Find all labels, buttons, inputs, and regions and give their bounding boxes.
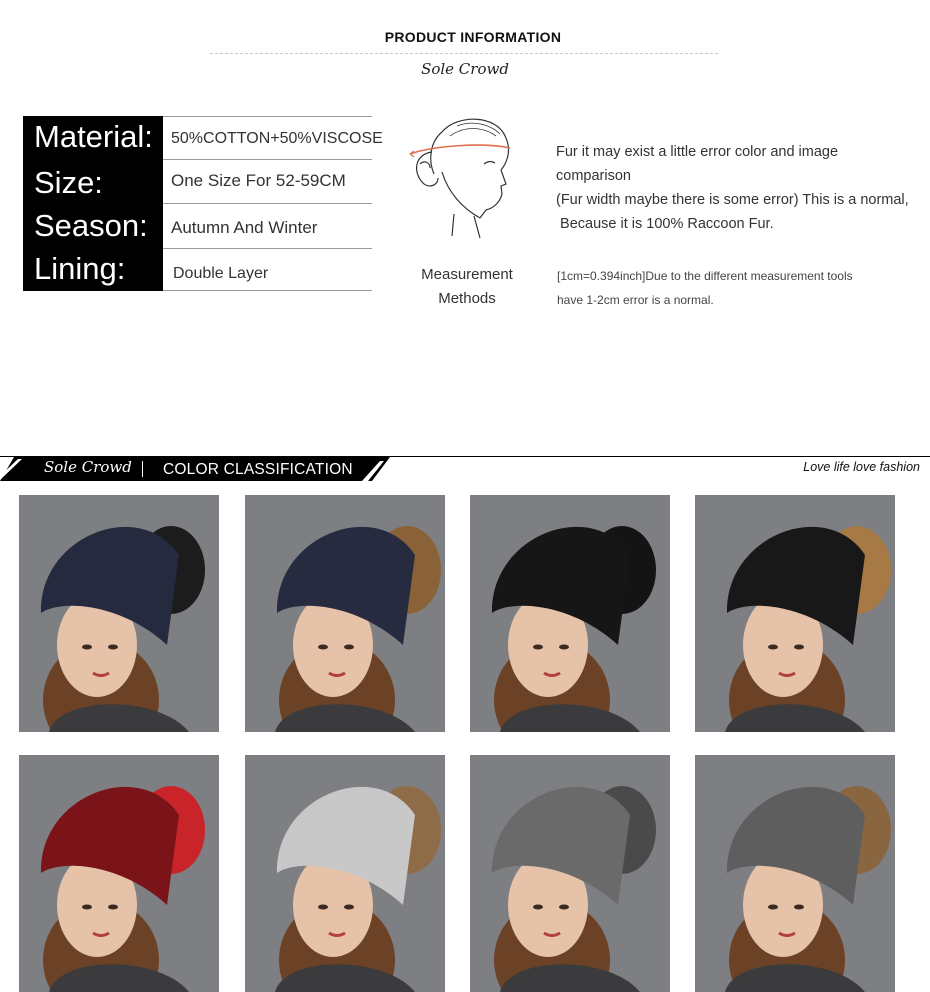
title-divider xyxy=(210,53,718,54)
note-line: Fur it may exist a little error color an… xyxy=(556,144,839,184)
product-photo[interactable] xyxy=(19,755,219,992)
spec-value: One Size For 52-59CM xyxy=(163,160,372,204)
note-line: Because it is 100% Raccoon Fur. xyxy=(556,216,774,232)
label-line: Measurement xyxy=(421,266,513,283)
banner-tagline: Love life love fashion xyxy=(803,460,920,474)
product-photo[interactable] xyxy=(470,495,670,732)
spec-value: Autumn And Winter xyxy=(163,204,372,249)
note-line: (Fur width maybe there is some error) Th… xyxy=(556,192,909,208)
brand-logo: Sole Crowd xyxy=(421,60,509,78)
measurement-methods-label: Measurement Methods xyxy=(405,263,529,311)
section-title: PRODUCT INFORMATION xyxy=(384,29,562,45)
spec-key: Lining: xyxy=(23,249,163,291)
spec-key: Season: xyxy=(23,204,163,249)
product-photo[interactable] xyxy=(470,755,670,992)
banner-title: COLOR CLASSIFICATION xyxy=(163,461,353,478)
measurement-disclaimer: [1cm=0.394inch]Due to the different meas… xyxy=(557,264,917,312)
spec-key: Size: xyxy=(23,160,163,204)
product-photo[interactable] xyxy=(695,495,895,732)
spec-value: 50%COTTON+50%VISCOSE xyxy=(163,116,383,160)
product-photo[interactable] xyxy=(695,755,895,992)
spec-row-season: Season: Autumn And Winter xyxy=(23,204,372,249)
spec-value: Double Layer xyxy=(163,249,372,291)
spec-key: Material: xyxy=(23,116,163,160)
spec-row-material: Material: 50%COTTON+50%VISCOSE xyxy=(23,116,383,160)
head-measurement-illustration xyxy=(409,118,511,239)
label-line: Methods xyxy=(438,290,496,307)
product-photo[interactable] xyxy=(19,495,219,732)
banner-separator xyxy=(142,461,143,477)
banner-brand-logo: Sole Crowd xyxy=(44,458,132,476)
note-line: [1cm=0.394inch]Due to the different meas… xyxy=(557,269,853,283)
spec-row-lining: Lining: Double Layer xyxy=(23,249,372,291)
product-photo[interactable] xyxy=(245,755,445,992)
note-line: have 1-2cm error is a normal. xyxy=(557,293,714,307)
fur-disclaimer: Fur it may exist a little error color an… xyxy=(556,140,916,236)
spec-row-size: Size: One Size For 52-59CM xyxy=(23,160,372,204)
product-photo[interactable] xyxy=(245,495,445,732)
